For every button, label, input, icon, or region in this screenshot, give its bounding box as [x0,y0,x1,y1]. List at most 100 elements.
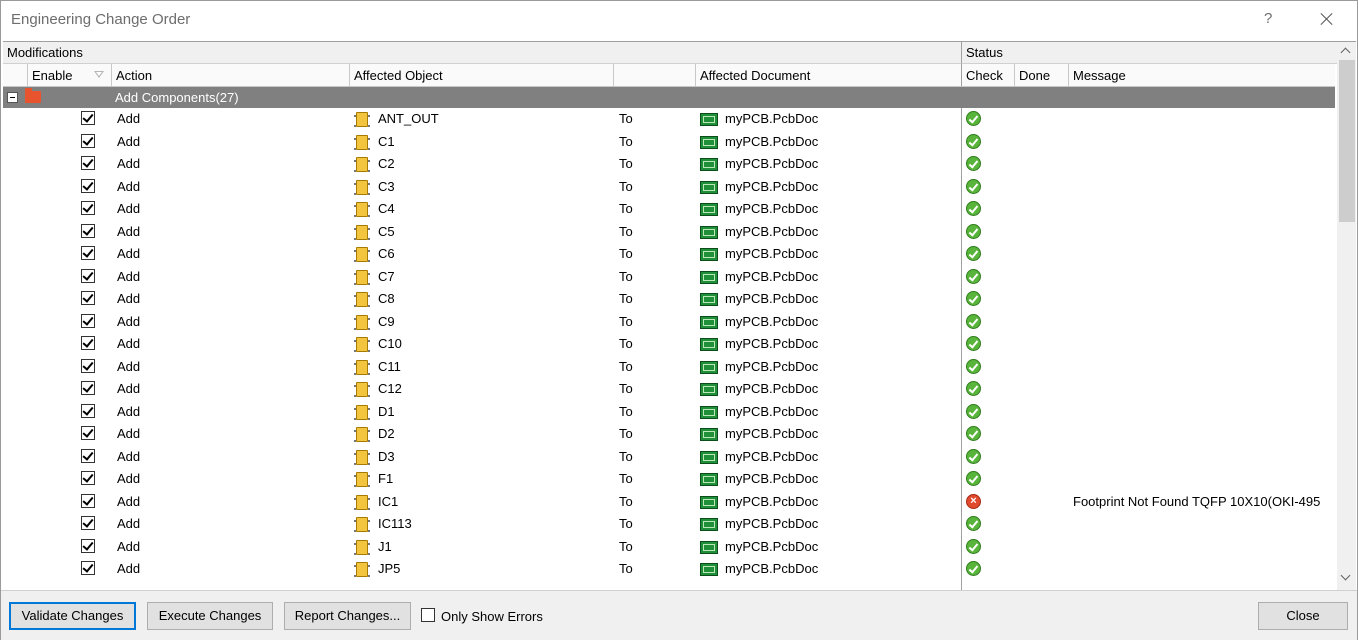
component-icon [354,472,370,487]
close-button[interactable]: Close [1258,602,1348,630]
affected-object-cell: C10 [378,336,402,351]
affected-object-cell: IC113 [378,516,412,531]
enable-checkbox[interactable] [81,201,95,215]
action-cell: Add [117,111,141,126]
enable-checkbox[interactable] [81,516,95,530]
close-icon[interactable] [1317,9,1337,29]
enable-checkbox[interactable] [81,448,95,463]
table-row[interactable]: Add C8 To myPCB.PcbDoc [3,288,1335,311]
pcb-document-icon [700,158,718,171]
enable-checkbox[interactable] [81,111,95,125]
table-row[interactable]: Add IC113 To myPCB.PcbDoc [3,513,1335,536]
only-show-errors-checkbox[interactable] [421,608,435,622]
enable-checkbox[interactable] [81,156,95,170]
check-ok-icon [966,156,981,171]
col-action[interactable]: Action [111,64,349,86]
table-row[interactable]: Add D2 To myPCB.PcbDoc [3,423,1335,446]
component-icon [354,179,370,195]
col-affected-document[interactable]: Affected Document [695,64,961,86]
execute-changes-button[interactable]: Execute Changes [147,602,273,630]
enable-checkbox[interactable] [81,403,95,418]
enable-checkbox[interactable] [81,336,95,350]
vertical-scrollbar[interactable] [1337,42,1356,590]
pcb-document-icon [700,473,718,486]
action-cell: Add [117,336,141,351]
col-done[interactable]: Done [1014,64,1068,86]
table-row[interactable]: Add C1 To myPCB.PcbDoc [3,131,1335,154]
action-cell: Add [117,313,141,329]
validate-changes-button[interactable]: Validate Changes [9,602,136,630]
enable-checkbox[interactable] [81,426,95,440]
to-cell: To [619,313,633,329]
table-row[interactable]: Add D3 To myPCB.PcbDoc [3,446,1335,469]
table-row[interactable]: Add C12 To myPCB.PcbDoc [3,378,1335,401]
enable-checkbox[interactable] [81,291,95,305]
enable-checkbox[interactable] [81,178,95,193]
col-to[interactable] [613,64,695,86]
to-cell: To [619,133,633,149]
scroll-up-icon[interactable] [1337,43,1356,60]
affected-document-cell: myPCB.PcbDoc [725,561,819,576]
affected-document-cell: myPCB.PcbDoc [725,178,819,194]
help-button[interactable]: ? [1264,10,1272,27]
table-row[interactable]: Add C3 To myPCB.PcbDoc [3,176,1335,199]
check-ok-icon [966,561,981,576]
to-cell: To [619,246,633,261]
table-row[interactable]: Add ANT_OUT To myPCB.PcbDoc [3,108,1335,131]
to-cell: To [619,291,633,306]
scroll-down-icon[interactable] [1337,570,1356,587]
table-row[interactable]: Add F1 To myPCB.PcbDoc [3,468,1335,491]
table-row[interactable]: Add JP5 To myPCB.PcbDoc [3,558,1335,581]
enable-checkbox[interactable] [81,268,95,283]
enable-checkbox[interactable] [81,313,95,328]
report-changes-button[interactable]: Report Changes... [284,602,411,630]
filter-icon[interactable] [94,71,104,78]
affected-object-cell: ANT_OUT [378,111,439,126]
enable-checkbox[interactable] [81,381,95,395]
check-ok-icon [966,336,981,351]
check-ok-icon [966,291,981,306]
action-cell: Add [117,538,141,554]
enable-checkbox[interactable] [81,223,95,238]
col-enable[interactable]: Enable [27,64,111,86]
table-row[interactable]: Add C11 To myPCB.PcbDoc [3,356,1335,379]
check-ok-icon [966,268,981,284]
table-row[interactable]: Add C2 To myPCB.PcbDoc [3,153,1335,176]
table-row[interactable]: Add J1 To myPCB.PcbDoc [3,536,1335,559]
component-icon [354,112,370,127]
enable-checkbox[interactable] [81,538,95,553]
enable-checkbox[interactable] [81,358,95,373]
footer-bar: Validate Changes Execute Changes Report … [1,590,1357,640]
affected-document-cell: myPCB.PcbDoc [725,471,819,486]
action-cell: Add [117,223,141,239]
group-row-add-components[interactable]: Add Components(27) [3,87,1335,108]
action-cell: Add [117,561,141,576]
pcb-document-icon [700,383,718,396]
enable-checkbox[interactable] [81,471,95,485]
table-row[interactable]: Add C7 To myPCB.PcbDoc [3,266,1335,289]
table-row[interactable]: Add C6 To myPCB.PcbDoc [3,243,1335,266]
table-row[interactable]: Add C5 To myPCB.PcbDoc [3,221,1335,244]
col-message[interactable]: Message [1068,64,1335,86]
enable-checkbox[interactable] [81,133,95,148]
table-row[interactable]: Add C10 To myPCB.PcbDoc [3,333,1335,356]
to-cell: To [619,516,633,531]
pcb-document-icon [700,248,718,261]
collapse-icon[interactable] [7,92,18,103]
col-affected-object[interactable]: Affected Object [349,64,613,86]
enable-checkbox[interactable] [81,561,95,575]
affected-object-cell: C8 [378,291,395,306]
table-row[interactable]: Add C4 To myPCB.PcbDoc [3,198,1335,221]
component-icon [354,494,370,510]
title-bar: Engineering Change Order ? [1,1,1357,40]
scroll-thumb[interactable] [1339,60,1355,222]
table-row[interactable]: Add C9 To myPCB.PcbDoc [3,311,1335,334]
table-row[interactable]: Add D1 To myPCB.PcbDoc [3,401,1335,424]
enable-checkbox[interactable] [81,493,95,508]
enable-checkbox[interactable] [81,246,95,260]
to-cell: To [619,223,633,239]
window-title: Engineering Change Order [11,11,191,28]
table-row[interactable]: Add IC1 To myPCB.PcbDoc × Footprint Not Found… [3,491,1335,514]
to-cell: To [619,561,633,576]
col-check[interactable]: Check [961,64,1014,86]
